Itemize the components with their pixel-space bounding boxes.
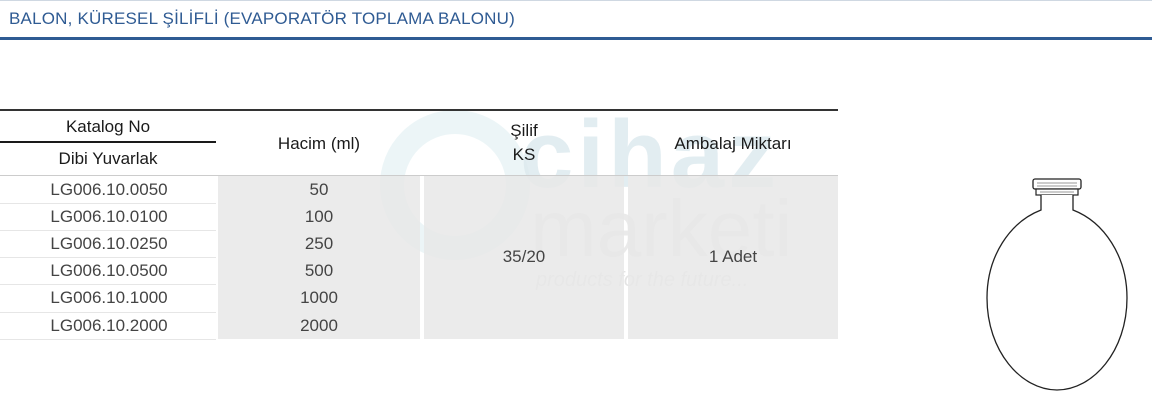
title-bar: BALON, KÜRESEL ŞİLİFLİ (EVAPORATÖR TOPLA…: [0, 0, 1152, 40]
volume-value: 1000: [300, 288, 338, 307]
joint-value: 35/20: [502, 247, 546, 266]
row-divider: [0, 257, 216, 258]
catalog-code: LG006.10.1000: [50, 288, 168, 307]
row-divider: [0, 230, 216, 231]
row-divider: [0, 284, 216, 285]
header-catalog-no: Katalog No: [65, 117, 151, 136]
header-package: Ambalaj Miktarı: [674, 134, 792, 153]
catalog-code: LG006.10.0250: [50, 234, 168, 253]
table-top-border: [0, 109, 838, 111]
volume-value: 500: [304, 261, 334, 280]
catalog-code: LG006.10.0500: [50, 261, 168, 280]
round-bottom-flask-icon: [986, 178, 1128, 391]
header-round-bottom: Dibi Yuvarlak: [58, 149, 158, 168]
product-table: Katalog No Dibi Yuvarlak Hacim (ml) Şili…: [0, 109, 838, 341]
volume-value: 250: [304, 234, 334, 253]
header-volume: Hacim (ml): [277, 134, 361, 153]
volume-column-bg: [218, 176, 420, 339]
package-value: 1 Adet: [708, 247, 758, 266]
page-title: BALON, KÜRESEL ŞİLİFLİ (EVAPORATÖR TOPLA…: [9, 9, 515, 28]
volume-value: 100: [304, 207, 334, 226]
catalog-code: LG006.10.0050: [50, 180, 168, 199]
volume-value: 50: [309, 180, 329, 199]
row-divider: [0, 339, 216, 340]
header-joint-ks: KS: [512, 145, 536, 164]
row-divider: [0, 203, 216, 204]
volume-value: 2000: [300, 316, 338, 335]
row-divider: [0, 312, 216, 313]
header-divider: [0, 141, 216, 143]
catalog-code: LG006.10.0100: [50, 207, 168, 226]
header-joint: Şilif: [510, 121, 538, 140]
catalog-code: LG006.10.2000: [50, 316, 168, 335]
